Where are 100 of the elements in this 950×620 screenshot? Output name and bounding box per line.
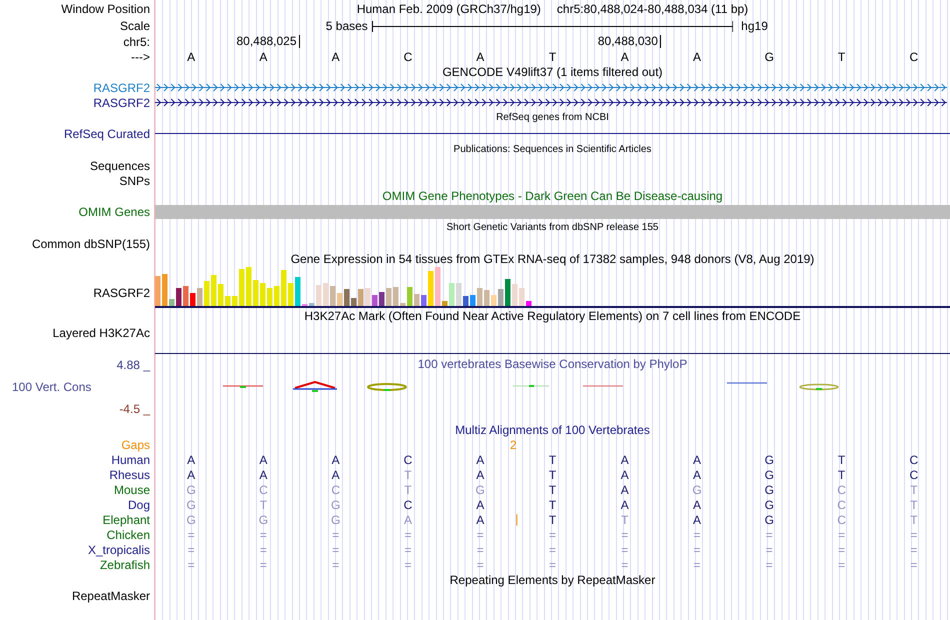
assembly-name: Human Feb. 2009 (GRCh37/hg19): [356, 0, 541, 18]
track-label[interactable]: Layered H3K27Ac: [52, 326, 150, 340]
base-letter: =: [910, 542, 918, 556]
track-label[interactable]: Zebrafish: [100, 558, 150, 572]
base-letter: T: [260, 498, 268, 512]
track-label[interactable]: RefSeq Curated: [64, 127, 150, 141]
base-letter: A: [620, 498, 629, 512]
track-title: GENCODE V49lift37 (1 items filtered out): [442, 66, 663, 78]
track-label[interactable]: Chicken: [106, 528, 150, 542]
track-label[interactable]: RASGRF2: [93, 286, 150, 300]
track-label[interactable]: RepeatMasker: [72, 588, 150, 602]
track-label[interactable]: Rhesus: [109, 468, 150, 482]
base-letter: T: [836, 50, 846, 64]
base-letter: A: [693, 498, 702, 512]
insertion-mark: |: [515, 512, 518, 526]
track-title: 100 vertebrates Basewise Conservation by PhyloP: [418, 356, 688, 373]
track-label[interactable]: SNPs: [119, 174, 150, 188]
track-label[interactable]: Mouse: [114, 482, 150, 496]
base-letter: T: [548, 482, 556, 496]
base-letter: =: [766, 528, 773, 542]
base-letter: A: [258, 50, 268, 64]
base-letter: T: [910, 512, 918, 526]
base-letter: G: [764, 50, 775, 64]
base-letter: A: [332, 452, 340, 466]
base-letter: =: [260, 528, 267, 542]
base-letter: =: [766, 558, 773, 572]
base-letter: T: [838, 468, 846, 482]
track-label[interactable]: Dog: [128, 498, 150, 512]
base-letter: A: [332, 468, 340, 482]
base-letter: A: [259, 452, 268, 466]
base-letter: G: [764, 482, 774, 496]
base-letter: =: [910, 528, 918, 542]
base-letter: C: [404, 452, 412, 466]
track-label[interactable]: RASGRF2: [93, 80, 150, 94]
base-letter: T: [548, 452, 556, 466]
base-letter: A: [693, 468, 702, 482]
track-title: RefSeq genes from NCBI: [496, 113, 609, 123]
position-range: chr5:80,488,024-80,488,034 (11 bp): [556, 0, 748, 18]
base-letter: G: [764, 468, 774, 482]
track-title: Short Genetic Variants from dbSNP release 155: [446, 223, 658, 233]
base-letter: =: [621, 558, 628, 572]
base-letter: A: [620, 482, 629, 496]
base-letter: C: [910, 452, 918, 466]
base-letter: G: [186, 482, 196, 496]
track-label[interactable]: Human: [111, 452, 150, 466]
base-letter: =: [188, 528, 195, 542]
base-letter: A: [692, 50, 702, 64]
track-label[interactable]: Window Position: [61, 2, 150, 16]
base-letter: =: [766, 542, 773, 556]
base-letter: G: [331, 512, 340, 526]
base-letter: =: [404, 558, 412, 572]
base-letter: A: [187, 468, 196, 482]
base-letter: T: [621, 512, 628, 526]
track-label[interactable]: Elephant: [102, 512, 150, 526]
base-letter: G: [186, 498, 196, 512]
base-letter: A: [259, 468, 268, 482]
base-letter: A: [620, 50, 630, 64]
base-letter: =: [332, 558, 340, 572]
track-label[interactable]: Sequences: [90, 158, 150, 172]
base-letter: C: [837, 512, 846, 526]
base-letter: T: [910, 482, 918, 496]
base-letter: =: [621, 528, 628, 542]
track-title: Publications: Sequences in Scientific Articles: [454, 145, 652, 155]
base-letter: A: [186, 50, 196, 64]
base-letter: A: [620, 452, 629, 466]
gap-count: 2: [510, 438, 517, 452]
track-title: Multiz Alignments of 100 Vertebrates: [455, 424, 650, 436]
base-letter: G: [764, 498, 774, 512]
track-label[interactable]: chr5:: [123, 34, 150, 48]
track-title: H3K27Ac Mark (Often Found Near Active Regulatory Elements) on 7 cell lines from ENCODE: [304, 310, 801, 322]
base-letter: T: [548, 498, 556, 512]
track-label[interactable]: OMIM Genes: [78, 205, 150, 219]
track-label[interactable]: Common dbSNP(155): [32, 236, 150, 250]
track-label[interactable]: X_tropicalis: [88, 542, 150, 556]
base-letter: A: [620, 468, 629, 482]
track-label[interactable]: Scale: [120, 18, 150, 32]
base-letter: G: [331, 498, 340, 512]
base-letter: =: [838, 558, 846, 572]
base-letter: =: [476, 558, 484, 572]
base-letter: =: [548, 528, 556, 542]
base-letter: =: [621, 542, 628, 556]
base-letter: T: [910, 498, 918, 512]
base-letter: =: [548, 558, 556, 572]
base-letter: =: [694, 528, 701, 542]
base-letter: A: [475, 50, 486, 64]
base-letter: =: [332, 542, 340, 556]
base-letter: T: [548, 512, 556, 526]
track-title: Repeating Elements by RepeatMasker: [450, 574, 656, 586]
coordinate-tick: 80,488,025: [236, 35, 300, 48]
base-letter: =: [188, 542, 195, 556]
base-letter: =: [694, 558, 701, 572]
base-letter: A: [476, 498, 484, 512]
base-letter: C: [259, 482, 268, 496]
track-label[interactable]: RASGRF2: [93, 96, 150, 110]
track-label[interactable]: 100 Vert. Cons: [0, 378, 92, 396]
base-letter: =: [404, 542, 412, 556]
track-label[interactable]: --->: [131, 50, 150, 64]
track-title: Gene Expression in 54 tissues from GTEx RNA-seq of 17382 samples, 948 donors (V8, Aug 2019): [290, 253, 814, 265]
base-letter: G: [764, 512, 774, 526]
base-letter: G: [186, 512, 196, 526]
